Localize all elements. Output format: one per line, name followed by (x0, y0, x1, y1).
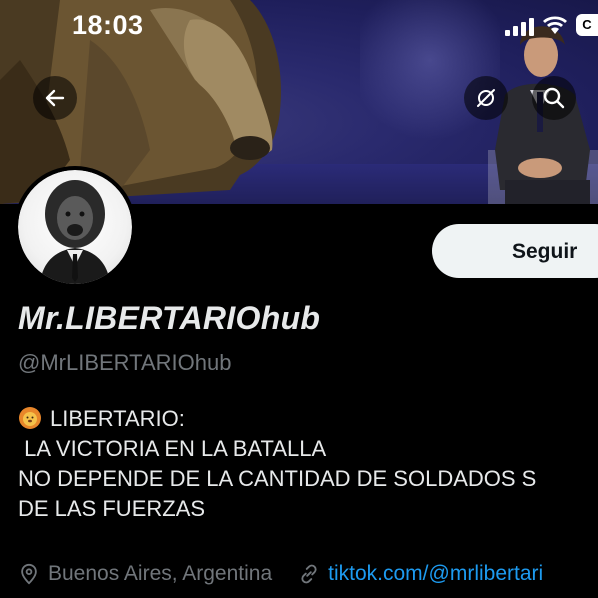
back-button[interactable] (33, 76, 77, 120)
profile-avatar[interactable] (14, 166, 136, 288)
bio-line: DE LAS FUERZAS (18, 496, 206, 521)
search-button[interactable] (532, 76, 576, 120)
location-pin-icon (21, 563, 37, 585)
status-bar: 18:03 C (0, 8, 598, 40)
bio-line: LA VICTORIA EN LA BATALLA (18, 436, 327, 461)
grok-button[interactable] (464, 76, 508, 120)
cellular-signal-icon (505, 16, 534, 36)
profile-display-name: Mr.LIBERTARIOhub (18, 300, 321, 336)
status-time: 18:03 (72, 10, 144, 40)
arrow-left-icon (45, 89, 65, 107)
profile-location: Buenos Aires, Argentina (48, 562, 273, 585)
profile-meta: Buenos Aires, Argentina tiktok.com/@mrli… (18, 562, 598, 586)
profile-handle: @MrLIBERTARIOhub (18, 350, 232, 375)
battery-icon: C (576, 14, 598, 36)
profile-bio: LIBERTARIO: LA VICTORIA EN LA BATALLA NO … (18, 404, 598, 524)
bio-line: NO DEPENDE DE LA CANTIDAD DE SOLDADOS S (18, 466, 537, 491)
bio-line: LIBERTARIO: (18, 404, 598, 434)
profile-website-link[interactable]: tiktok.com/@mrlibertari (328, 562, 543, 586)
follow-button[interactable]: Seguir (432, 224, 598, 278)
lion-face-icon (19, 407, 41, 429)
grok-icon (477, 89, 495, 107)
wifi-icon (543, 16, 567, 34)
search-icon (543, 87, 565, 109)
link-icon (301, 564, 317, 584)
lion-in-suit-image (40, 180, 110, 284)
